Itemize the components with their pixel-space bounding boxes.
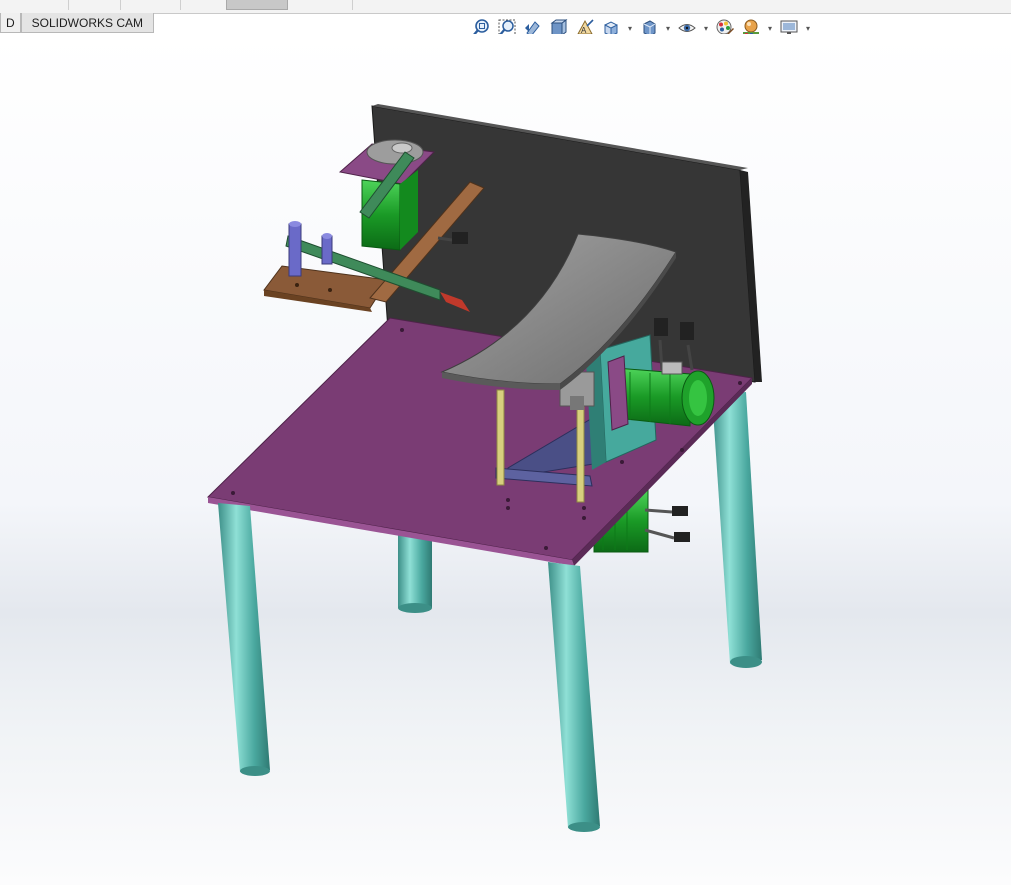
tab-solidworks-cam[interactable]: SOLIDWORKS CAM xyxy=(20,13,155,33)
toolbar-segment[interactable] xyxy=(288,0,353,10)
guide-post-right[interactable] xyxy=(576,399,585,503)
toolbar-segment[interactable] xyxy=(120,0,181,10)
command-manager-tabs: D SOLIDWORKS CAM xyxy=(0,13,155,34)
tab-partial[interactable]: D xyxy=(0,13,21,33)
toolbar-segment[interactable] xyxy=(68,0,121,10)
motor-mount-plate[interactable] xyxy=(607,355,629,431)
toolbar-segment-active[interactable] xyxy=(226,0,288,10)
toolbar-segment[interactable] xyxy=(180,0,227,10)
toolbar-segment[interactable] xyxy=(0,0,69,10)
top-toolbar-strip xyxy=(0,0,1011,14)
cad-model-view[interactable] xyxy=(0,34,1011,885)
pivot-post-right[interactable] xyxy=(321,233,333,265)
table-leg-back-left[interactable] xyxy=(398,530,432,613)
graphics-area[interactable] xyxy=(0,34,1011,885)
guide-post-left[interactable] xyxy=(496,389,505,486)
pivot-post-left[interactable] xyxy=(288,221,302,277)
rotary-hub[interactable] xyxy=(366,139,424,165)
